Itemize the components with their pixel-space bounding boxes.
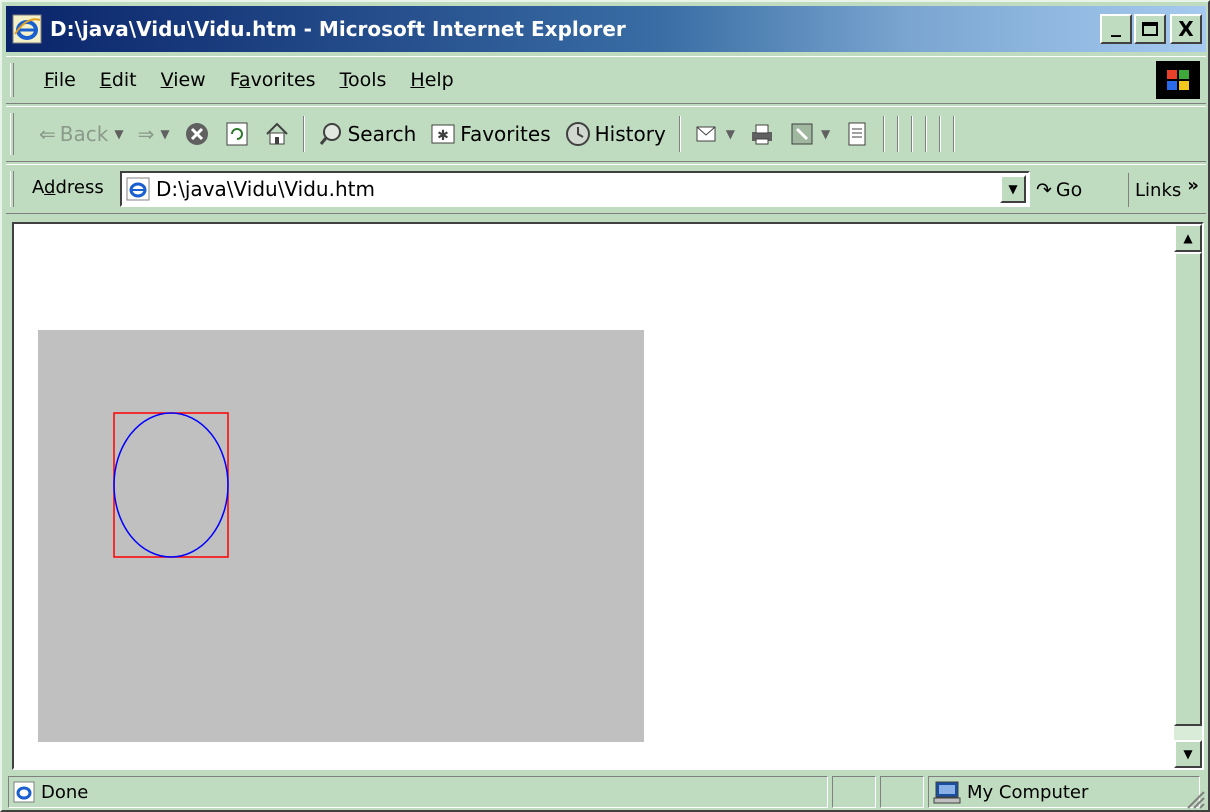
zone-text: My Computer	[967, 781, 1089, 803]
ie-logo-icon	[12, 14, 42, 44]
toolbar-separator	[939, 116, 942, 152]
stop-icon	[184, 121, 210, 147]
back-dropdown-icon[interactable]: ▼	[114, 127, 123, 141]
discuss-button[interactable]	[837, 121, 877, 147]
refresh-icon	[224, 121, 250, 147]
menu-file[interactable]: File	[32, 69, 88, 91]
links-button[interactable]: Links »	[1128, 173, 1199, 207]
go-arrow-icon: ↷	[1036, 179, 1052, 201]
address-dropdown-icon[interactable]: ▼	[1000, 175, 1026, 203]
scroll-down-button[interactable]: ▼	[1174, 740, 1202, 768]
toolbar-separator	[678, 116, 681, 152]
address-label: Address	[32, 177, 104, 198]
maximize-button[interactable]	[1134, 14, 1166, 44]
browser-window: D:\java\Vidu\Vidu.htm - Microsoft Intern…	[0, 0, 1210, 812]
address-url: D:\java\Vidu\Vidu.htm	[156, 177, 375, 201]
back-button[interactable]: ⇐ Back ▼	[32, 122, 131, 146]
maximize-icon	[1142, 22, 1158, 36]
edit-button[interactable]: ▼	[782, 121, 837, 147]
status-zone-pane: My Computer	[928, 776, 1200, 808]
status-pane-progress	[832, 776, 876, 808]
status-bar: Done My Computer	[6, 774, 1206, 810]
toolbar-separator	[302, 116, 305, 152]
applet-drawing	[113, 412, 229, 558]
discuss-icon	[844, 121, 870, 147]
edit-dropdown-icon[interactable]: ▼	[821, 127, 830, 141]
search-button[interactable]: Search	[311, 121, 424, 147]
java-applet-canvas[interactable]	[38, 330, 644, 742]
menu-view[interactable]: View	[149, 69, 218, 91]
menu-help[interactable]: Help	[398, 69, 465, 91]
address-grip[interactable]	[10, 171, 14, 207]
toolbar-separator	[911, 116, 914, 152]
svg-text:✱: ✱	[437, 128, 449, 144]
address-bar: Address D:\java\Vidu\Vidu.htm ▼ ↷ Go Lin…	[6, 164, 1206, 214]
title-bar[interactable]: D:\java\Vidu\Vidu.htm - Microsoft Intern…	[6, 6, 1206, 52]
forward-button[interactable]: ⇒ ▼	[131, 122, 177, 146]
windows-logo-icon	[1156, 61, 1200, 99]
search-icon	[318, 121, 344, 147]
status-main-pane: Done	[8, 776, 828, 808]
vertical-scrollbar[interactable]: ▲ ▼	[1174, 224, 1202, 768]
menu-bar: File Edit View Favorites Tools Help	[6, 56, 1206, 104]
standard-toolbar: ⇐ Back ▼ ⇒ ▼ Search ✱ Favorites History …	[6, 106, 1206, 162]
favorites-icon: ✱	[430, 121, 456, 147]
home-button[interactable]	[257, 121, 297, 147]
toolbar-separator	[897, 116, 900, 152]
printer-icon	[749, 121, 775, 147]
chevron-right-icon[interactable]: »	[1187, 175, 1199, 196]
home-icon	[264, 121, 290, 147]
window-title: D:\java\Vidu\Vidu.htm - Microsoft Intern…	[50, 17, 626, 41]
address-input[interactable]: D:\java\Vidu\Vidu.htm ▼	[120, 171, 1030, 207]
forward-arrow-icon: ⇒	[137, 122, 155, 146]
arrow-up-icon: ▲	[1183, 231, 1193, 245]
mail-icon	[694, 121, 720, 147]
toolbar-separator	[883, 116, 886, 152]
resize-grip-icon[interactable]	[1182, 786, 1206, 810]
status-pane-security	[880, 776, 924, 808]
menu-tools[interactable]: Tools	[328, 69, 399, 91]
status-text: Done	[41, 781, 89, 803]
history-button[interactable]: History	[558, 121, 673, 147]
arrow-down-icon: ▼	[1183, 747, 1193, 761]
menu-edit[interactable]: Edit	[88, 69, 149, 91]
history-icon	[565, 121, 591, 147]
back-arrow-icon: ⇐	[39, 122, 56, 146]
toolbar-grip[interactable]	[10, 113, 14, 155]
scroll-up-button[interactable]: ▲	[1174, 224, 1202, 252]
close-icon: X	[1178, 17, 1194, 41]
toolbar-separator	[925, 116, 928, 152]
menu-grip[interactable]	[10, 63, 14, 97]
scroll-thumb[interactable]	[1174, 252, 1202, 726]
page-content[interactable]: ▲ ▼	[12, 222, 1204, 770]
refresh-button[interactable]	[217, 121, 257, 147]
forward-dropdown-icon[interactable]: ▼	[160, 127, 169, 141]
print-button[interactable]	[742, 121, 782, 147]
favorites-button[interactable]: ✱ Favorites	[423, 121, 557, 147]
mail-dropdown-icon[interactable]: ▼	[726, 127, 735, 141]
page-ie-icon	[126, 177, 150, 201]
blue-oval	[113, 412, 229, 558]
status-ie-icon	[13, 781, 35, 803]
mail-button[interactable]: ▼	[687, 121, 742, 147]
menu-favorites[interactable]: Favorites	[218, 69, 328, 91]
close-button[interactable]: X	[1170, 14, 1202, 44]
go-button[interactable]: ↷ Go	[1036, 173, 1082, 207]
my-computer-icon	[933, 780, 961, 804]
minimize-button[interactable]: _	[1100, 14, 1132, 44]
stop-button[interactable]	[177, 121, 217, 147]
minimize-icon: _	[1111, 13, 1121, 37]
toolbar-separator	[953, 116, 956, 152]
edit-icon	[789, 121, 815, 147]
